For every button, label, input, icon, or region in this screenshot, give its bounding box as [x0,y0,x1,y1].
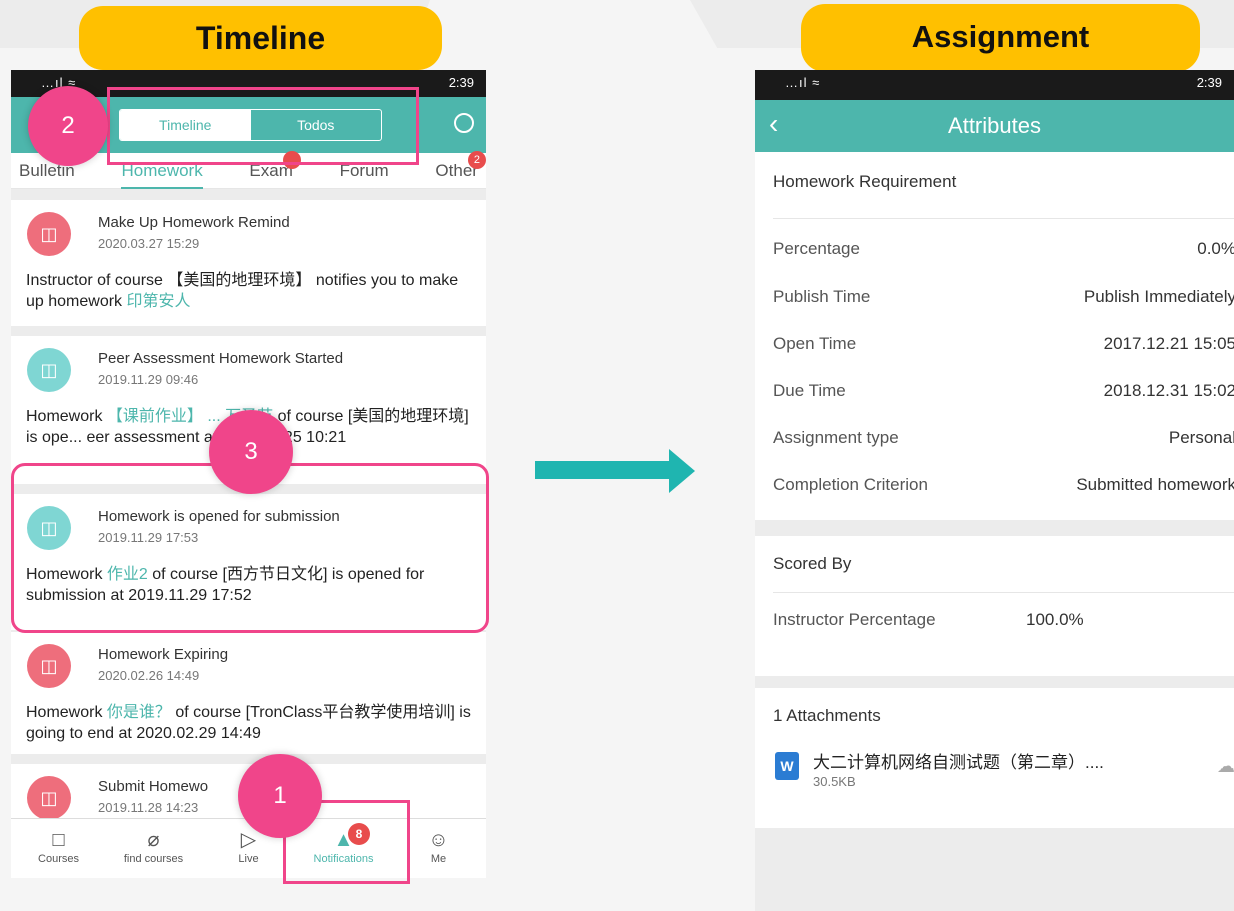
homework-icon: ◫ [27,644,71,688]
arrow-icon [535,449,695,493]
status-time: 2:39 [448,75,474,90]
card-link[interactable]: 印第安人 [127,293,191,310]
courses-icon: □ [52,829,65,851]
card-body: Instructor of course 【美国的地理环境】 notifies … [26,272,459,310]
section-header: Scored By [773,554,852,573]
attr-key: Due Time [773,381,846,400]
page-title: Attributes [948,113,1041,138]
card-date: 2019.11.28 14:23 [98,800,199,815]
attr-value: 0.0% [1197,239,1234,258]
label-timeline: Timeline [79,6,442,70]
nav-label: Me [430,853,447,865]
highlight-toggle-box [107,87,419,165]
download-icon[interactable]: ☁ [1217,756,1234,777]
attr-key: Assignment type [773,428,899,447]
attachment-name[interactable]: 大二计算机网络自测试题（第二章）.... [813,748,1104,773]
card-title: Make Up Homework Remind [98,214,290,231]
nav-find-courses[interactable]: ⌀ find courses [106,819,201,878]
notification-card[interactable]: ◫ Make Up Homework Remind 2020.03.27 15:… [11,200,486,326]
tab-other[interactable]: Other 2 [435,150,486,181]
attr-value: Submitted homework [1076,475,1234,494]
status-time: 2:39 [1196,75,1222,90]
homework-icon: ◫ [27,212,71,256]
other-badge: 2 [467,150,486,169]
attr-key: Completion Criterion [773,475,928,494]
compass-icon: ⌀ [147,829,160,851]
nav-label: Courses [38,853,79,865]
scorer-value: 100.0% [1026,610,1084,629]
card-link[interactable]: 你是谁？ [107,704,171,721]
settings-icon[interactable] [454,113,474,133]
card-date: 2019.11.29 09:46 [98,372,199,387]
nav-courses[interactable]: □ Courses [11,819,106,878]
nav-label: find courses [123,853,184,865]
section-header: 1 Attachments [773,706,881,725]
divider [773,218,1234,219]
notification-card[interactable]: ◫ Homework Expiring 2020.02.26 14:49 Hom… [11,632,486,754]
nav-label: Live [238,853,259,865]
signal-icon: …ıl ≈ [785,75,821,90]
card-title: Submit Homewo [98,778,209,795]
scored-by-section: Scored By Instructor Percentage 100.0% [755,536,1234,676]
assignment-screen: …ıl ≈ 2:39 ‹ Attributes Homework Require… [755,70,1234,911]
attr-value: Publish Immediately [1083,287,1234,306]
bottom-nav: □ Courses ⌀ find courses ▷ Live ▲ Notificati… [11,818,486,878]
scorer-key: Instructor Percentage [773,610,936,629]
attr-value: 2017.12.21 15:05 [1103,334,1234,353]
label-assignment: Assignment [801,4,1200,72]
homework-icon: ◫ [27,776,71,820]
divider [773,592,1234,593]
requirement-section: Homework Requirement Percentage 0.0% Publ… [755,152,1234,520]
attr-value: Personal [1168,428,1234,447]
status-bar: …ıl ≈ 2:39 [755,70,1234,100]
homework-icon: ◫ [27,348,71,392]
step-marker-2: 2 [28,86,108,166]
card-body: Homework 你是谁？ of course [TronClass平台教学使用… [26,704,471,742]
attributes-header: ‹ Attributes [755,100,1234,152]
card-title: Peer Assessment Homework Started [98,350,344,367]
attr-key: Publish Time [773,287,871,306]
attr-key: Open Time [773,334,857,353]
attachment-size: 30.5KB [813,774,856,789]
attr-value: 2018.12.31 15:02 [1103,381,1234,400]
card-title: Homework Expiring [98,646,229,663]
step-marker-3: 3 [209,410,293,494]
step-marker-1: 1 [238,754,322,838]
section-header: Homework Requirement [773,172,957,191]
card-date: 2020.02.26 14:49 [98,668,200,683]
attr-key: Percentage [773,239,860,258]
word-file-icon: W [775,752,799,780]
card-date: 2020.03.27 15:29 [98,236,200,251]
